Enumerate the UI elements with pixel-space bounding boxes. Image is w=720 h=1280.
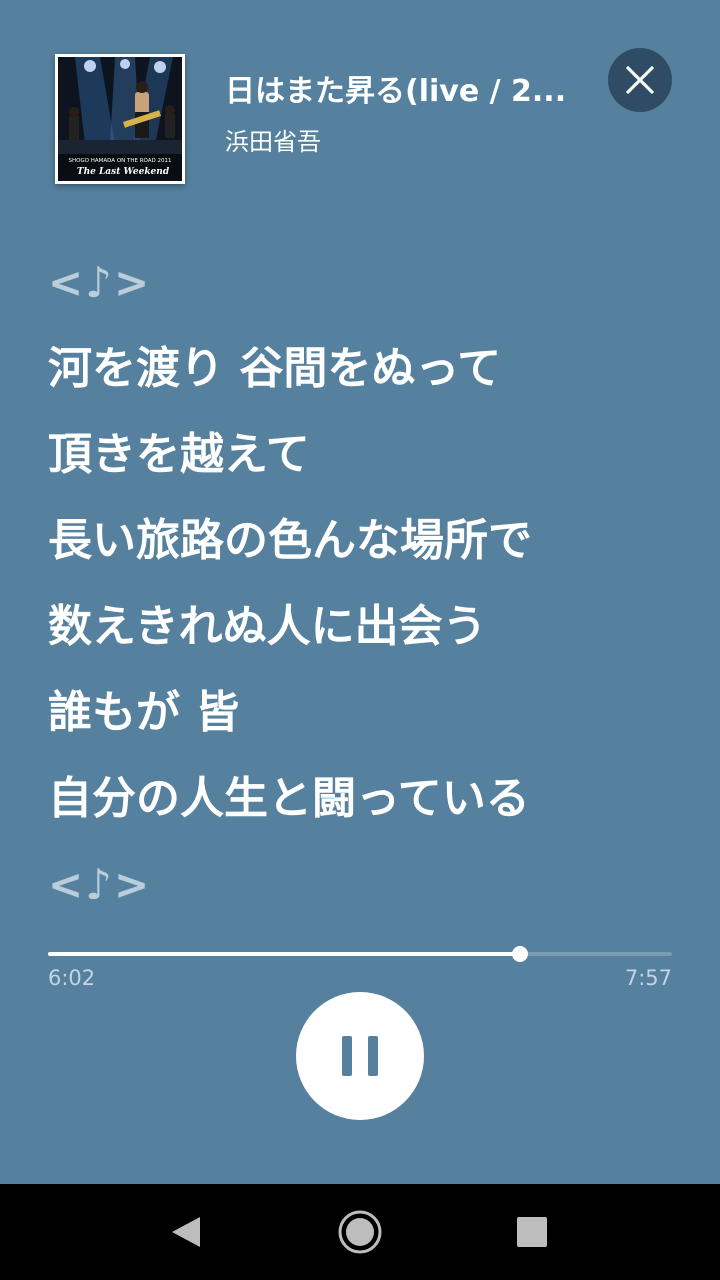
close-icon xyxy=(626,66,654,94)
track-title: 日はまた昇る(live / 2... xyxy=(225,74,567,109)
pause-button[interactable] xyxy=(296,992,424,1120)
recents-square-icon xyxy=(517,1217,547,1247)
total-time: 7:57 xyxy=(624,966,672,990)
nav-recents-button[interactable] xyxy=(502,1202,562,1262)
system-navigation-bar xyxy=(0,1184,720,1280)
lyric-music-marker: <♪> xyxy=(48,860,152,909)
lyrics-panel[interactable]: <♪> 河を渡り 谷間をぬって 頂きを越えて 長い旅路の色んな場所で 数えきれぬ… xyxy=(48,240,688,928)
lyric-music-marker: <♪> xyxy=(48,258,152,307)
pause-icon xyxy=(342,1036,378,1076)
progress-thumb[interactable] xyxy=(512,946,528,962)
lyric-line: 頂きを越えて xyxy=(48,429,310,480)
album-art-top-text: SHOGO HAMADA ON THE ROAD 2011 xyxy=(68,158,171,164)
nav-home-button[interactable] xyxy=(330,1202,390,1262)
lyric-line: 数えきれぬ人に出会う xyxy=(48,601,487,652)
lyric-line: 誰もが 皆 xyxy=(48,687,240,738)
now-playing-header: SHOGO HAMADA ON THE ROAD 2011 The Last W… xyxy=(0,0,720,200)
back-triangle-icon xyxy=(172,1217,200,1247)
album-art-title: The Last Weekend xyxy=(77,167,170,177)
lyric-line: 長い旅路の色んな場所で xyxy=(48,515,532,566)
album-art[interactable]: SHOGO HAMADA ON THE ROAD 2011 The Last W… xyxy=(55,54,185,184)
close-button[interactable] xyxy=(608,48,672,112)
lyric-line: 河を渡り 谷間をぬって xyxy=(48,343,502,394)
progress-fill xyxy=(48,952,520,956)
playback-progress-slider[interactable] xyxy=(48,944,672,964)
track-artist: 浜田省吾 xyxy=(225,128,321,156)
lyric-line: 自分の人生と闘っている xyxy=(48,773,530,824)
lyrics-player-screen: SHOGO HAMADA ON THE ROAD 2011 The Last W… xyxy=(0,0,720,1184)
home-circle-icon xyxy=(338,1210,382,1254)
nav-back-button[interactable] xyxy=(156,1202,216,1262)
elapsed-time: 6:02 xyxy=(48,966,96,990)
